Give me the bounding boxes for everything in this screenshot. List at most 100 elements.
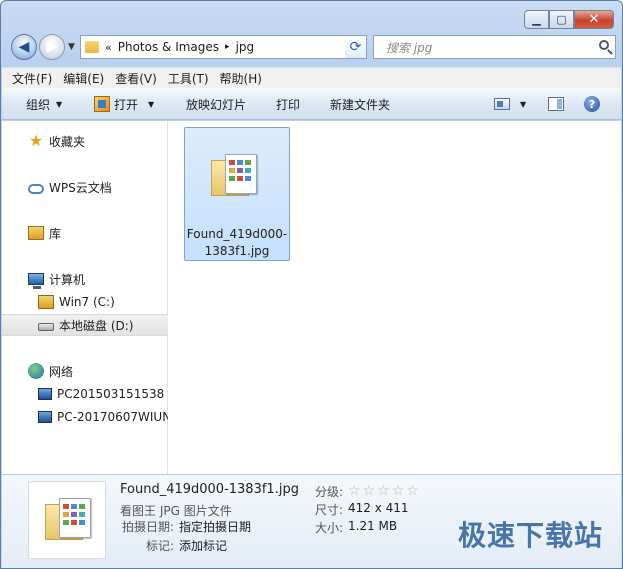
refresh-icon: ⟳: [349, 39, 362, 55]
help-icon: ?: [584, 96, 600, 112]
file-size-value: 1.21 MB: [348, 519, 398, 533]
explorer-window: ▁ ▢ ✕ ◀ ▶ ▼ « Photos & Images ▸ jpg ▼ ⟳ …: [0, 0, 623, 569]
address-segment-photos[interactable]: Photos & Images: [118, 40, 219, 54]
dimensions-label: 尺寸:: [315, 503, 344, 517]
maximize-button[interactable]: ▢: [549, 10, 574, 29]
nav-pc1-label: PC201503151538: [57, 387, 165, 401]
refresh-button[interactable]: ⟳: [345, 35, 367, 59]
dimensions-value: 412 x 411: [348, 501, 409, 515]
nav-pc2[interactable]: PC-20170607WIUN: [2, 406, 168, 428]
jpg-file-icon: [45, 498, 91, 544]
computer-icon: [28, 273, 44, 289]
navigation-row: ◀ ▶ ▼ « Photos & Images ▸ jpg ▼ ⟳ 搜索 jpg: [9, 34, 616, 60]
new-folder-label: 新建文件夹: [330, 97, 391, 112]
chevron-down-icon: ▼: [56, 99, 63, 109]
address-separator[interactable]: ▸: [225, 42, 230, 52]
nav-computer-label: 计算机: [49, 272, 86, 287]
address-segment-jpg[interactable]: jpg: [236, 40, 255, 54]
minimize-button[interactable]: ▁: [524, 10, 549, 29]
address-bar[interactable]: « Photos & Images ▸ jpg ▼: [80, 35, 367, 59]
nav-wps-cloud[interactable]: WPS云文档: [2, 176, 168, 198]
nav-library[interactable]: 库: [2, 222, 168, 244]
file-name: Found_419d000-1383f1.jpg: [186, 227, 288, 258]
system-drive-icon: [38, 295, 54, 309]
rating-stars[interactable]: ☆ ☆ ☆ ☆ ☆: [348, 484, 421, 498]
back-button[interactable]: ◀: [11, 34, 37, 60]
detail-file-name: Found_419d000-1383f1.jpg: [120, 482, 299, 497]
menu-help[interactable]: 帮助(H): [220, 70, 262, 87]
jpg-file-icon: [211, 154, 257, 200]
search-box[interactable]: 搜索 jpg: [373, 35, 616, 59]
folder-icon: [85, 41, 99, 53]
nav-favorites[interactable]: ★ 收藏夹: [2, 130, 168, 152]
file-size-label: 大小:: [315, 521, 344, 535]
nav-library-label: 库: [49, 226, 62, 241]
star-icon[interactable]: ☆: [377, 484, 390, 498]
open-label: 打开: [114, 97, 139, 112]
library-icon: [28, 226, 44, 240]
tags-value[interactable]: 添加标记: [179, 537, 227, 554]
nav-pc2-label: PC-20170607WIUN: [57, 410, 168, 424]
nav-drive-c[interactable]: Win7 (C:): [2, 291, 168, 313]
navigation-pane: ★ 收藏夹 WPS云文档 库 计算机 Win7 (C:) 本地磁盘 (D:) 网…: [2, 121, 168, 474]
menu-file[interactable]: 文件(F): [12, 70, 52, 87]
content-area: ★ 收藏夹 WPS云文档 库 计算机 Win7 (C:) 本地磁盘 (D:) 网…: [2, 121, 621, 474]
open-app-icon: [94, 96, 110, 112]
file-item[interactable]: Found_419d000-1383f1.jpg: [184, 127, 290, 261]
date-taken-label: 拍摄日期:: [122, 520, 175, 534]
open-button[interactable]: 打开 ▼: [94, 88, 154, 120]
chevron-down-icon: ▼: [520, 99, 527, 109]
nav-wps-label: WPS云文档: [49, 180, 112, 195]
star-icon: ★: [28, 131, 44, 150]
star-icon[interactable]: ☆: [406, 484, 419, 498]
command-bar: 组织 ▼ 打开 ▼ 放映幻灯片 打印 新建文件夹 ▼ ?: [2, 88, 621, 120]
search-input[interactable]: 搜索 jpg: [386, 39, 432, 56]
forward-button[interactable]: ▶: [39, 34, 65, 60]
rating-label: 分级:: [315, 485, 344, 499]
nav-drive-c-label: Win7 (C:): [59, 295, 115, 309]
nav-drive-d-label: 本地磁盘 (D:): [59, 318, 134, 333]
star-icon[interactable]: ☆: [392, 484, 405, 498]
date-taken-value[interactable]: 指定拍摄日期: [179, 518, 251, 535]
nav-pc1[interactable]: PC201503151538: [2, 383, 168, 405]
cloud-icon: [28, 183, 44, 194]
address-overflow-chevron[interactable]: «: [105, 41, 112, 54]
recent-pages-dropdown[interactable]: ▼: [68, 42, 75, 52]
star-icon[interactable]: ☆: [363, 484, 376, 498]
slideshow-button[interactable]: 放映幻灯片: [186, 88, 246, 120]
nav-favorites-label: 收藏夹: [49, 134, 86, 149]
slideshow-label: 放映幻灯片: [186, 97, 247, 112]
menu-bar: 文件(F) 编辑(E) 查看(V) 工具(T) 帮助(H): [2, 67, 621, 88]
print-button[interactable]: 打印: [276, 88, 300, 120]
menu-view[interactable]: 查看(V): [115, 70, 157, 87]
nav-drive-d[interactable]: 本地磁盘 (D:): [2, 314, 168, 336]
organize-button[interactable]: 组织 ▼: [26, 88, 62, 120]
preview-pane-button[interactable]: [548, 88, 564, 120]
view-icon: [494, 98, 510, 110]
computer-icon: [38, 411, 52, 423]
caption-buttons: ▁ ▢ ✕: [524, 10, 614, 29]
details-pane: Found_419d000-1383f1.jpg 看图王 JPG 图片文件 拍摄…: [2, 474, 621, 568]
detail-thumbnail: [28, 481, 106, 559]
tags-label: 标记:: [146, 539, 175, 553]
nav-network-label: 网络: [49, 364, 74, 379]
nav-network[interactable]: 网络: [2, 360, 168, 382]
menu-tools[interactable]: 工具(T): [168, 70, 209, 87]
menu-edit[interactable]: 编辑(E): [63, 70, 104, 87]
organize-label: 组织: [26, 97, 51, 112]
change-view-button[interactable]: ▼: [494, 88, 526, 120]
hard-drive-icon: [38, 323, 54, 331]
star-icon[interactable]: ☆: [348, 484, 361, 498]
close-button[interactable]: ✕: [574, 10, 614, 29]
chevron-down-icon: ▼: [148, 99, 155, 109]
help-button[interactable]: ?: [584, 88, 600, 120]
print-label: 打印: [276, 97, 301, 112]
watermark-logo: 极速下载站: [457, 519, 603, 552]
search-icon[interactable]: [599, 40, 609, 50]
preview-pane-icon: [548, 97, 564, 111]
detail-file-type: 看图王 JPG 图片文件: [120, 504, 232, 518]
nav-computer[interactable]: 计算机: [2, 268, 168, 290]
computer-icon: [38, 388, 52, 400]
network-icon: [28, 363, 44, 379]
new-folder-button[interactable]: 新建文件夹: [330, 88, 390, 120]
